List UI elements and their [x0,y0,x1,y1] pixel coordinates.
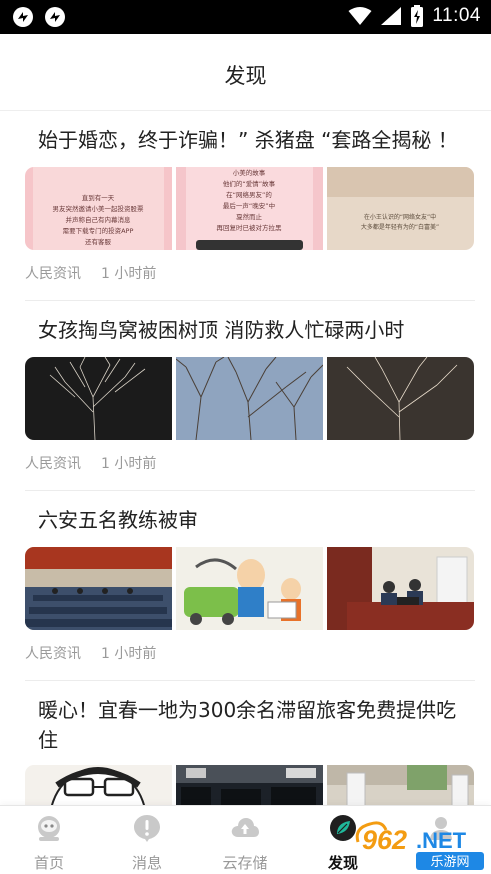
article-thumbnails[interactable] [25,357,475,440]
article-thumbnail[interactable] [25,357,172,440]
news-article[interactable]: 暖心！宜春一地为300余名滞留旅客免费提供吃住 [0,681,491,805]
article-title[interactable]: 六安五名教练被审 [38,505,473,535]
article-thumbnails[interactable]: 直到有一天 男友突然邀请小美一起投资股票 并声称自己有内幕消息 需要下载专门的投… [25,167,475,250]
nav-item-home[interactable]: 首页 [0,806,98,874]
article-time: 1 小时前 [101,266,157,282]
article-meta: 人民资讯 1 小时前 [25,643,156,663]
status-time: 11:04 [432,5,481,26]
thumbnail-text: 男友突然邀请小美一起投资股票 [53,204,145,213]
article-thumbnails[interactable] [25,547,475,630]
article-thumbnail[interactable] [176,357,323,440]
article-source: 人民资讯 [25,646,81,662]
cloud-upload-icon [231,818,259,837]
article-thumbnail[interactable]: 在小王认识的“网络女友”中 大多都是年轻有为的“白富美” [327,167,474,250]
nav-item-cloud-storage[interactable]: 云存储 [196,806,294,874]
svg-text:.NET: .NET [416,828,467,853]
thumbnail-text: 并声称自己有内幕消息 [66,215,132,224]
article-source: 人民资讯 [25,456,81,472]
thumbnail-text: 还有客服 [85,237,112,246]
article-time: 1 小时前 [101,456,157,472]
page-header: 发现 [0,34,491,111]
thumbnail-text: 在小王认识的“网络女友”中 [364,213,436,221]
news-feed[interactable]: 始于婚恋，终于诈骗！” 杀猪盘 “套路全揭秘 ！ 直到有一天 男友突然邀请小美一… [0,111,491,805]
thumbnail-text: 大多都是年轻有为的“白富美” [361,223,439,231]
article-thumbnail[interactable] [176,765,323,805]
article-thumbnail[interactable] [327,765,474,805]
thumbnail-text: 他们的“爱情”故事 [223,179,276,188]
article-thumbnail[interactable] [25,547,172,630]
thumbnail-text: 直到有一天 [82,193,115,202]
nav-item-messages[interactable]: 消息 [98,806,196,874]
thumbnail-text: 在“网络男友”的 [226,190,272,199]
page-title: 发现 [224,64,267,88]
article-thumbnail[interactable] [327,357,474,440]
article-meta: 人民资讯 1 小时前 [25,453,156,473]
app-icon-1 [13,7,33,27]
status-bar-right: 11:04 [348,5,481,27]
wifi-icon [348,7,372,25]
article-meta: 人民资讯 1 小时前 [25,263,156,283]
home-robot-icon [38,816,60,841]
article-source: 人民资讯 [25,266,81,282]
news-article[interactable]: 始于婚恋，终于诈骗！” 杀猪盘 “套路全揭秘 ！ 直到有一天 男友突然邀请小美一… [0,111,491,301]
article-time: 1 小时前 [101,646,157,662]
thumbnail-text: 需要下载专门的投资APP [63,226,134,235]
app-icon-2 [45,7,65,27]
article-thumbnail[interactable]: 直到有一天 男友突然邀请小美一起投资股票 并声称自己有内幕消息 需要下载专门的投… [25,167,172,250]
news-article[interactable]: 六安五名教练被审 人民资讯 1 小时前 [0,491,491,681]
article-thumbnail[interactable] [176,547,323,630]
battery-charging-icon [411,5,424,27]
article-thumbnail[interactable]: 小美的故事 他们的“爱情”故事 在“网络男友”的 最后一声“晚安”中 戛然而止 … [176,167,323,250]
article-title[interactable]: 暖心！宜春一地为300余名滞留旅客免费提供吃住 [38,695,473,755]
svg-text:乐游网: 乐游网 [430,855,469,870]
article-thumbnail[interactable] [25,765,172,805]
article-thumbnail[interactable] [327,547,474,630]
svg-text:962: 962 [362,825,407,855]
signal-icon [381,7,402,25]
thumbnail-text: 再回复时已被对方拉黑 [217,223,283,232]
message-alert-icon [134,815,160,842]
news-article[interactable]: 女孩掏鸟窝被困树顶 消防救人忙碌两小时 人民资讯 1 小时前 [0,301,491,491]
article-title[interactable]: 始于婚恋，终于诈骗！” 杀猪盘 “套路全揭秘 ！ [38,125,473,155]
nav-label-home: 首页 [33,854,64,872]
status-bar-left [12,6,66,28]
thumbnail-text: 小美的故事 [233,168,266,177]
thumbnail-text: 最后一声“晚安”中 [223,201,275,210]
watermark-logo: 962 .NET 乐游网 [355,821,484,870]
status-bar: 11:04 [0,0,491,34]
article-thumbnails[interactable] [25,765,475,805]
thumbnail-text: 戛然而止 [236,212,263,221]
article-title[interactable]: 女孩掏鸟窝被困树顶 消防救人忙碌两小时 [38,315,473,345]
nav-label-cloud-storage: 云存储 [222,854,268,872]
nav-label-messages: 消息 [131,854,162,872]
